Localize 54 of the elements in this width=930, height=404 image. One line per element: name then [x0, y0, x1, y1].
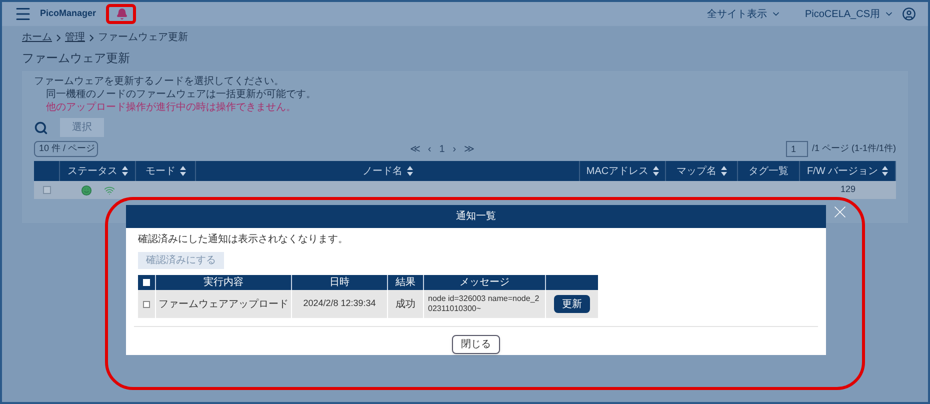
close-dialog-button[interactable]: 閉じる	[452, 335, 500, 354]
dialog-note: 確認済みにした通知は表示されなくなります。	[138, 232, 349, 247]
instruction-text: ファームウェアを更新するノードを選択してください。	[34, 75, 285, 88]
menu-icon[interactable]	[14, 5, 32, 23]
sort-icon[interactable]	[720, 166, 726, 176]
next-page-button[interactable]: ›	[452, 142, 456, 156]
first-page-button[interactable]: ≪	[410, 142, 420, 156]
row-checkbox[interactable]	[43, 186, 51, 194]
update-button[interactable]: 更新	[554, 295, 590, 313]
sort-icon[interactable]	[882, 166, 888, 176]
sort-icon[interactable]	[406, 166, 412, 176]
wifi-icon	[104, 184, 115, 196]
page-input[interactable]: 1	[786, 141, 808, 157]
column-header: ノード名	[362, 164, 402, 178]
table-cell-text: node id=326003 name=node_202311010300~	[428, 294, 540, 314]
dialog-title: 通知一覧	[456, 210, 496, 224]
notification-icon[interactable]	[116, 8, 128, 20]
search-icon[interactable]	[34, 120, 48, 134]
current-page[interactable]: 1	[439, 142, 445, 156]
column-header: ステータス	[68, 164, 118, 178]
column-header: モード	[146, 164, 176, 178]
select-all-checkbox[interactable]	[143, 279, 150, 286]
column-header: 実行内容	[204, 276, 244, 290]
column-header: F/W バージョン	[806, 164, 878, 178]
row-checkbox[interactable]	[143, 300, 150, 308]
last-page-button[interactable]: ≫	[464, 142, 474, 156]
instruction-text: 他のアップロード操作が進行中の時は操作できません。	[45, 101, 297, 114]
site-selector[interactable]: 全サイト表示	[706, 6, 781, 22]
column-header: MACアドレス	[586, 164, 649, 178]
user-menu[interactable]: PicoCELA_CS用	[804, 6, 894, 22]
status-smiley-icon	[81, 184, 92, 196]
column-header: 日時	[330, 276, 350, 290]
chevron-icon	[56, 34, 61, 42]
sort-icon[interactable]	[652, 166, 659, 176]
column-header: タグ一覧	[748, 164, 788, 178]
table-cell-text: ファームウェアアップロード	[158, 298, 288, 312]
user-icon[interactable]	[902, 7, 916, 21]
sort-icon[interactable]	[122, 166, 128, 176]
instruction-text: 同一機種のノードのファームウェアは一括更新が可能です。	[45, 88, 317, 101]
column-header: マップ名	[676, 164, 716, 178]
breadcrumb-link[interactable]: 管理	[65, 30, 85, 45]
page-info: /1 ページ (1-1件/1件)	[812, 142, 896, 156]
column-header: メッセージ	[460, 276, 510, 290]
sort-icon[interactable]	[180, 166, 186, 176]
breadcrumb-link[interactable]: ホーム	[22, 30, 52, 45]
prev-page-button[interactable]: ‹	[428, 142, 432, 156]
table-cell-text: 129	[840, 183, 856, 196]
table-cell-text: 成功	[396, 298, 416, 312]
column-header: 結果	[396, 276, 416, 290]
chevron-icon	[89, 34, 94, 42]
app-logo: PicoManager	[40, 7, 96, 20]
table-cell-text: 2024/2/8 12:39:34	[303, 297, 376, 310]
page-title: ファームウェア更新	[21, 50, 131, 67]
highlight-rectangle	[106, 4, 136, 24]
